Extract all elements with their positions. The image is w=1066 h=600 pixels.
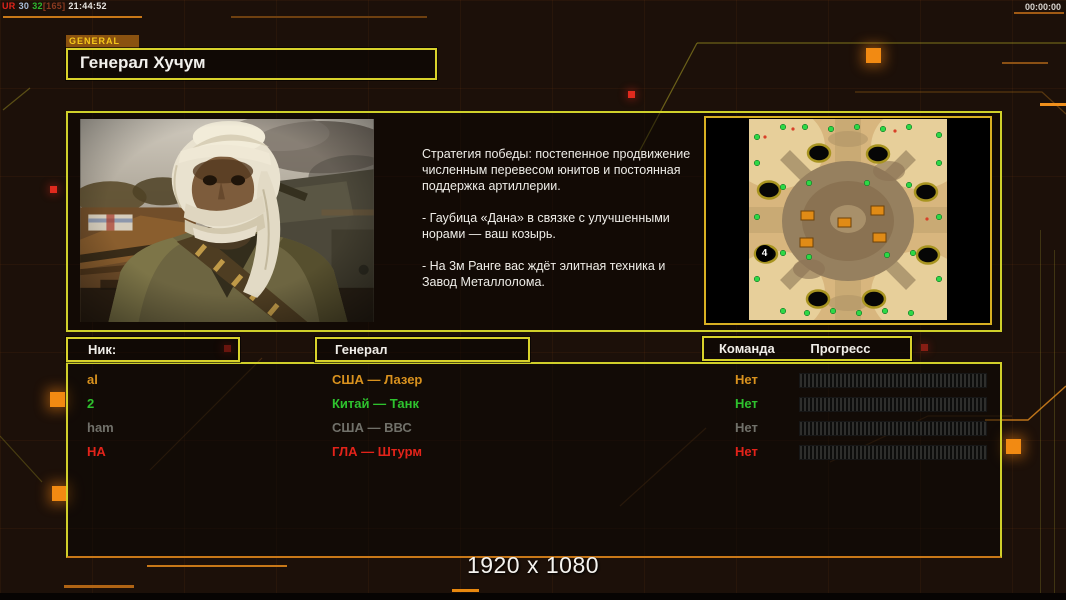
player-nick: al [87,372,98,387]
accent-line [1014,12,1064,14]
netstats-clock: 21:44:52 [68,1,107,11]
player-general: Китай — Танк [332,396,419,411]
decor-red-square [628,91,635,98]
accent-line [452,589,479,592]
netstats-tag: UR [2,1,16,11]
general-name: Генерал Хучум [80,53,206,72]
accent-line [1054,250,1055,600]
loading-progress-bar [799,397,987,412]
player-general: ГЛА — Штурм [332,444,422,459]
player-row: al США — Лазер Нет [68,368,1000,392]
netstats-value-1: 30 [18,1,30,11]
accent-line [3,16,142,18]
loading-progress-bar [799,421,987,436]
decor-red-square [921,344,928,351]
player-row: НА ГЛА — Штурм Нет [68,440,1000,464]
player-team: Нет [735,444,758,459]
column-header-nick: Ник: [66,337,240,362]
netstats-value-2: 32 [32,1,43,11]
start-position-badge: 4 [756,245,773,262]
accent-line [64,585,134,588]
decor-orange-square [52,486,67,501]
accent-line [1040,103,1066,106]
accent-line [1040,230,1041,600]
strategy-paragraph: - Гаубица «Дана» в связке с улучшенными … [422,211,670,241]
decor-red-square [50,186,57,193]
decor-orange-square [50,392,65,407]
decor-orange-square [1006,439,1021,454]
column-header-team: Команда [719,341,775,356]
column-header-team-progress: Команда Прогресс [702,336,912,361]
player-general: США — Лазер [332,372,423,387]
column-header-general: Генерал [315,337,530,362]
portrait-image [80,119,374,322]
player-row: 2 Китай — Танк Нет [68,392,1000,416]
bottom-letterbox [0,593,1066,600]
network-stats-overlay: UR 30 32[165] 21:44:52 [2,1,110,11]
general-portrait [80,119,374,322]
player-nick: 2 [87,396,95,411]
player-nick: НА [87,444,106,459]
player-general: США — ВВС [332,420,412,435]
player-team: Нет [735,420,758,435]
players-table: al США — Лазер Нет 2 Китай — Танк Нет ha… [66,362,1002,558]
match-timer: 00:00:00 [1024,2,1061,12]
loading-progress-bar [799,373,987,388]
loading-progress-bar [799,445,987,460]
strategy-text: Стратегия победы: постепенное продвижени… [422,146,694,306]
netstats-latency: [165] [42,1,66,11]
player-team: Нет [735,372,758,387]
briefing-panel: Стратегия победы: постепенное продвижени… [66,105,1002,335]
loading-screen: UR 30 32[165] 21:44:52 00:00:00 GENERAL Ген… [0,0,1066,600]
strategy-paragraph: Стратегия победы: постепенное продвижени… [422,147,691,193]
general-tab-label: GENERAL [66,35,139,48]
accent-line [1002,62,1048,64]
column-header-progress: Прогресс [810,341,871,356]
player-nick: ham [87,420,114,435]
player-team: Нет [735,396,758,411]
decor-orange-square [866,48,881,63]
minimap-image: 4 [729,105,967,335]
minimap-panel: 4 [704,105,992,335]
player-row: ham США — ВВС Нет [68,416,1000,440]
accent-line [231,16,427,18]
resolution-label: 1920 x 1080 [466,552,600,578]
general-title-box: Генерал Хучум [66,48,437,80]
strategy-paragraph: - На 3м Ранге вас ждёт элитная техника и… [422,259,666,289]
